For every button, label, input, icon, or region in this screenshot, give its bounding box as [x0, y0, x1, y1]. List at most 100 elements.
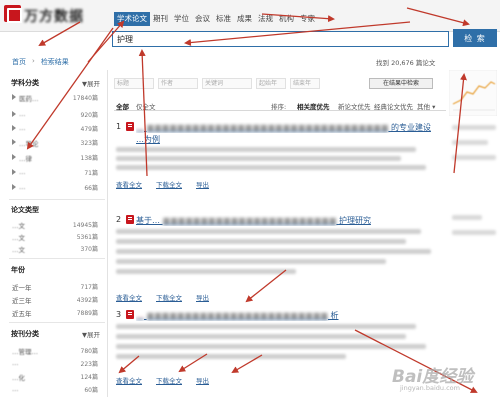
result-snippet [116, 259, 386, 264]
facet-item[interactable]: …管理… 780篇 [6, 345, 106, 356]
sidebar-blurred-text [452, 215, 482, 220]
filter-start-year-field[interactable]: 起始年 [256, 78, 286, 89]
search-button[interactable]: 检 索 [453, 29, 497, 47]
facet-item[interactable]: 近一年 717篇 [6, 281, 106, 292]
facet-item[interactable]: … 479篇 [6, 123, 106, 134]
sidebar-blurred-text [452, 125, 496, 130]
facet-item[interactable]: … 223篇 [6, 358, 106, 369]
facet-item-count: 60篇 [84, 387, 98, 394]
facet-item-count: 370篇 [80, 246, 98, 253]
result-item: 1 … ■■■■■■■■■■■■■■■■■■■■■■■■■■■■■■■■ 的专业… [114, 122, 449, 190]
view-fulltext-link[interactable]: 查看全文 [116, 292, 142, 302]
logo-mark-icon [4, 5, 22, 23]
pdf-icon [126, 215, 134, 224]
tab-standards[interactable]: 标准 [213, 12, 234, 26]
result-item: 2 基于… ■■■■■■■■■■■■■■■■■■■■■■■ 护理研究 查看全文 … [114, 215, 449, 302]
filter-author-field[interactable]: 作者 [158, 78, 198, 89]
facet-item-label: … [19, 168, 26, 176]
breadcrumb-home-link[interactable]: 首页 [12, 57, 26, 67]
facet-item-label: … [19, 183, 26, 191]
sort-more-dropdown[interactable]: 其他 ▾ [417, 101, 435, 111]
breadcrumb-separator: › [32, 57, 35, 65]
facet-item[interactable]: … 920篇 [6, 109, 106, 120]
facet-item[interactable]: … 66篇 [6, 182, 106, 193]
result-actions: 查看全文 下载全文 导出 [116, 375, 209, 385]
facet-item[interactable]: …导论 323篇 [6, 137, 106, 148]
tab-achievements[interactable]: 成果 [234, 12, 255, 26]
facet-item-count: 4392篇 [76, 297, 98, 304]
sort-newest-option[interactable]: 新论文优先 [338, 101, 371, 111]
facet-item[interactable]: … 60篇 [6, 384, 106, 395]
facet-item[interactable]: …文 5361篇 [6, 231, 106, 242]
facet-expand-toggle[interactable]: ▼展开 [82, 329, 100, 339]
facet-item-label: … [12, 385, 19, 393]
facet-item[interactable]: 近五年 7889篇 [6, 307, 106, 318]
tab-regulations[interactable]: 法规 [255, 12, 276, 26]
sidebar-blurred-text [452, 230, 496, 235]
filter-title-field[interactable]: 标题 [114, 78, 154, 89]
sort-label: 排序: [271, 103, 287, 111]
result-title-link[interactable]: 基于… ■■■■■■■■■■■■■■■■■■■■■■■ 护理研究 [136, 215, 446, 226]
view-fulltext-link[interactable]: 查看全文 [116, 179, 142, 189]
tab-academic-papers[interactable]: 学术论文 [114, 12, 150, 26]
search-within-results-button[interactable]: 在结果中检索 [369, 78, 433, 89]
sort-classic-option[interactable]: 经典论文优先 [374, 101, 413, 111]
facet-item[interactable]: …文 14945篇 [6, 219, 106, 230]
result-snippet [116, 334, 406, 339]
filter-fulltext-checkbox[interactable]: 仅全文 [136, 101, 156, 111]
facet-item-label: …文 [12, 246, 25, 254]
caret-right-icon [12, 154, 16, 160]
divider [9, 322, 105, 323]
view-fulltext-link[interactable]: 查看全文 [116, 375, 142, 385]
facet-item-count: 7889篇 [76, 310, 98, 317]
filter-keyword-field[interactable]: 关键词 [202, 78, 252, 89]
facet-item[interactable]: 近三年 4392篇 [6, 294, 106, 305]
facet-title-subject: 学科分类 [11, 79, 39, 87]
facet-item[interactable]: …文 370篇 [6, 243, 106, 254]
header-bar: 万方数据 学术论文 期刊 学位 会议 标准 成果 法规 机构 专家 [0, 0, 500, 32]
facet-item-count: 323篇 [80, 140, 98, 147]
facet-item-count: 920篇 [80, 112, 98, 119]
facet-item[interactable]: …化 124篇 [6, 371, 106, 382]
result-snippet [116, 229, 421, 234]
facet-item-count: 71篇 [84, 170, 98, 177]
download-fulltext-link[interactable]: 下载全文 [156, 292, 182, 302]
caret-right-icon [12, 111, 16, 117]
export-link[interactable]: 导出 [196, 292, 209, 302]
pdf-icon [126, 122, 134, 131]
result-title-link-line2[interactable]: …为例 [136, 134, 176, 145]
caret-right-icon [12, 125, 16, 131]
result-title-part: … [136, 311, 144, 320]
logo-text: 万方数据 [24, 9, 84, 25]
advanced-filter-row: 标题 作者 关键词 起始年 结束年 在结果中检索 [114, 78, 444, 90]
download-fulltext-link[interactable]: 下载全文 [156, 179, 182, 189]
result-title-part: …为例 [136, 135, 160, 144]
result-snippet [116, 147, 416, 152]
tab-experts[interactable]: 专家 [297, 12, 318, 26]
sort-relevance-option[interactable]: 相关度优先 [297, 101, 330, 111]
result-snippet [116, 249, 431, 254]
facet-expand-toggle[interactable]: ▼展开 [82, 78, 100, 88]
search-input[interactable] [112, 31, 449, 47]
caret-right-icon [12, 169, 16, 175]
site-logo[interactable]: 万方数据 [4, 5, 96, 25]
facet-item[interactable]: 医药… 17840篇 [6, 92, 106, 103]
result-title-link[interactable]: … ■■■■■■■■■■■■■■■■■■■■■■■■■■■■■■■■ 的专业建设 [136, 122, 446, 133]
facet-item[interactable]: …律 138篇 [6, 152, 106, 163]
tab-journals[interactable]: 期刊 [150, 12, 171, 26]
tab-degree-theses[interactable]: 学位 [171, 12, 192, 26]
result-number: 3 [116, 310, 122, 319]
result-title-tail: 析 [330, 311, 339, 320]
tab-institutions[interactable]: 机构 [276, 12, 297, 26]
download-fulltext-link[interactable]: 下载全文 [156, 375, 182, 385]
facet-item-count: 780篇 [80, 348, 98, 355]
result-title-link[interactable]: … ■■■■■■■■■■■■■■■■■■■■■■■■ 析 [136, 310, 446, 321]
export-link[interactable]: 导出 [196, 375, 209, 385]
export-link[interactable]: 导出 [196, 179, 209, 189]
filter-end-year-field[interactable]: 结束年 [290, 78, 320, 89]
tab-conferences[interactable]: 会议 [192, 12, 213, 26]
breadcrumb-current: 检索结果 [40, 58, 69, 66]
result-snippet [116, 269, 296, 274]
filter-all-tab[interactable]: 全部 [116, 101, 129, 111]
facet-item[interactable]: … 71篇 [6, 167, 106, 178]
